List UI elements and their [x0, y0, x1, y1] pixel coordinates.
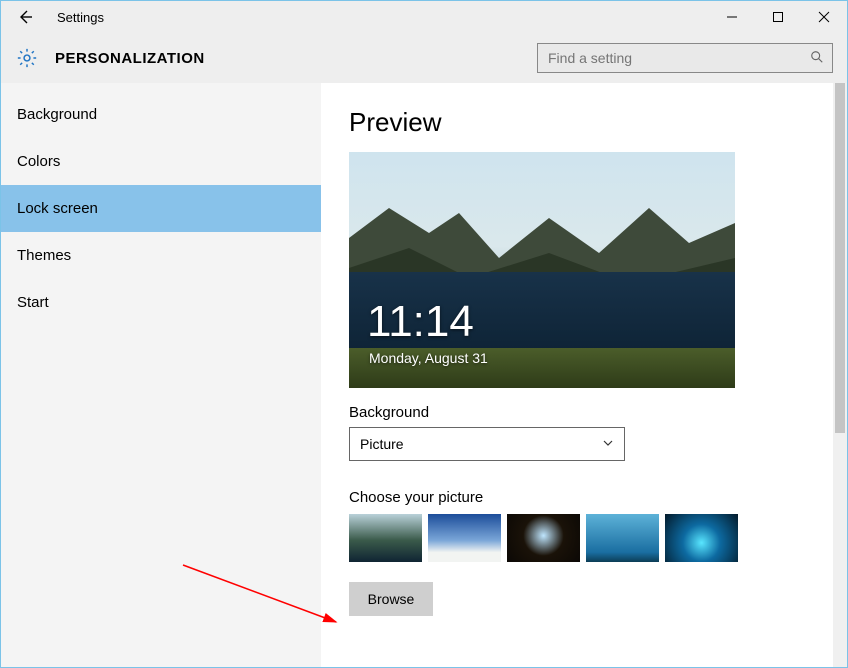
sidebar-item-themes[interactable]: Themes	[1, 232, 321, 279]
dropdown-value: Picture	[360, 436, 404, 452]
browse-button-label: Browse	[368, 591, 415, 607]
scrollbar[interactable]	[833, 83, 847, 667]
settings-window: Settings PERSONALIZATION	[0, 0, 848, 668]
lock-date: Monday, August 31	[369, 350, 488, 366]
close-button[interactable]	[801, 1, 847, 33]
maximize-icon	[772, 11, 784, 23]
sidebar-item-lock-screen[interactable]: Lock screen	[1, 185, 321, 232]
sidebar-item-label: Colors	[17, 153, 60, 170]
sidebar-item-colors[interactable]: Colors	[1, 138, 321, 185]
sidebar: Background Colors Lock screen Themes Sta…	[1, 83, 321, 667]
choose-picture-label: Choose your picture	[349, 489, 805, 506]
thumbnail-2[interactable]	[428, 514, 501, 562]
lock-time: 11:14	[367, 300, 474, 344]
background-label: Background	[349, 404, 805, 421]
content-wrap: Preview 11:14 Monday, August 31 Backgrou…	[321, 83, 847, 667]
window-controls	[709, 1, 847, 33]
background-dropdown[interactable]: Picture	[349, 427, 625, 461]
preview-heading: Preview	[349, 107, 805, 138]
browse-button[interactable]: Browse	[349, 582, 433, 616]
back-arrow-icon	[17, 9, 33, 25]
sidebar-item-label: Background	[17, 106, 97, 123]
sidebar-item-label: Start	[17, 294, 49, 311]
picture-thumbnails	[349, 514, 805, 562]
sidebar-item-background[interactable]: Background	[1, 91, 321, 138]
window-title: Settings	[49, 10, 104, 25]
scrollbar-thumb[interactable]	[835, 83, 845, 433]
chevron-down-icon	[602, 436, 614, 452]
minimize-icon	[726, 11, 738, 23]
thumbnail-4[interactable]	[586, 514, 659, 562]
body: Background Colors Lock screen Themes Sta…	[1, 83, 847, 667]
search-box[interactable]	[537, 43, 833, 73]
titlebar: Settings	[1, 1, 847, 33]
thumbnail-1[interactable]	[349, 514, 422, 562]
content: Preview 11:14 Monday, August 31 Backgrou…	[321, 83, 833, 667]
search-icon	[810, 50, 824, 67]
sidebar-item-label: Themes	[17, 247, 71, 264]
close-icon	[818, 11, 830, 23]
header: PERSONALIZATION	[1, 33, 847, 83]
maximize-button[interactable]	[755, 1, 801, 33]
thumbnail-5[interactable]	[665, 514, 738, 562]
sidebar-item-start[interactable]: Start	[1, 279, 321, 326]
gear-icon	[15, 46, 39, 70]
sidebar-item-label: Lock screen	[17, 200, 98, 217]
back-button[interactable]	[1, 1, 49, 33]
thumbnail-3[interactable]	[507, 514, 580, 562]
search-input[interactable]	[546, 49, 810, 67]
lock-screen-preview: 11:14 Monday, August 31	[349, 152, 735, 388]
minimize-button[interactable]	[709, 1, 755, 33]
category-title: PERSONALIZATION	[55, 50, 205, 67]
